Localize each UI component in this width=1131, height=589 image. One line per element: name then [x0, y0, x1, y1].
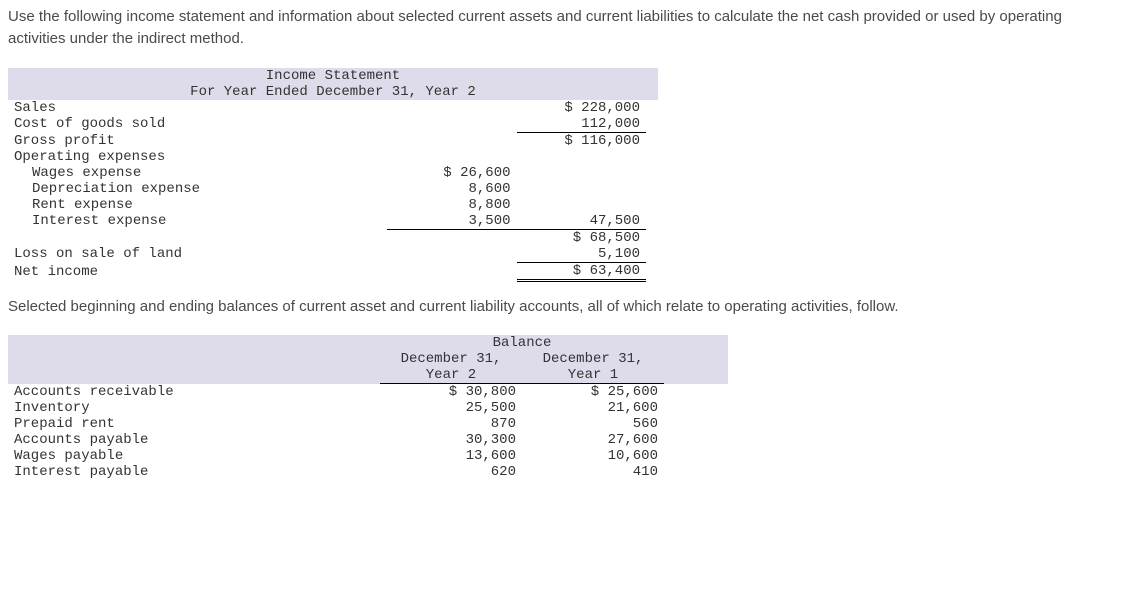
value-gross: $ 116,000: [517, 132, 647, 149]
row-inventory: Inventory 25,500 21,600: [8, 400, 728, 416]
instructions-para-1: Use the following income statement and i…: [8, 6, 1123, 50]
label-loss: Loss on sale of land: [8, 246, 387, 263]
row-prepaid-rent: Prepaid rent 870 560: [8, 416, 728, 432]
row-loss-on-sale: Loss on sale of land 5,100: [8, 246, 658, 263]
balances-col2a: December 31,: [522, 351, 664, 367]
instructions-para-2: Selected beginning and ending balances o…: [8, 296, 1123, 318]
income-statement-title-2: For Year Ended December 31, Year 2: [8, 84, 658, 100]
value-pr-y2: 870: [380, 416, 522, 432]
value-netinc: $ 63,400: [517, 262, 647, 280]
value-inv-y2: 25,500: [380, 400, 522, 416]
label-wages: Wages expense: [8, 165, 387, 181]
label-wp: Wages payable: [8, 448, 380, 464]
value-inv-y1: 21,600: [522, 400, 664, 416]
balances-col1b: Year 2: [380, 367, 522, 384]
row-net-income: Net income $ 63,400: [8, 262, 658, 280]
label-inv: Inventory: [8, 400, 380, 416]
row-opex-header: Operating expenses: [8, 149, 658, 165]
row-interest-expense: Interest expense 3,500 47,500: [8, 213, 658, 230]
label-pr: Prepaid rent: [8, 416, 380, 432]
balances-table: Balance December 31, December 31, Year 2…: [8, 335, 728, 480]
value-sales: $ 228,000: [517, 100, 647, 116]
label-gross: Gross profit: [8, 132, 387, 149]
income-statement-title-1: Income Statement: [8, 68, 658, 84]
value-int-sub: 3,500: [387, 213, 516, 230]
label-netinc: Net income: [8, 262, 387, 280]
value-ap-y1: 27,600: [522, 432, 664, 448]
row-gross-profit: Gross profit $ 116,000: [8, 132, 658, 149]
label-sales: Sales: [8, 100, 387, 116]
row-operating-income: $ 68,500: [8, 229, 658, 246]
value-wp-y1: 10,600: [522, 448, 664, 464]
value-rent: 8,800: [387, 197, 516, 213]
label-rent: Rent expense: [8, 197, 387, 213]
label-ip: Interest payable: [8, 464, 380, 480]
label-dep: Depreciation expense: [8, 181, 387, 197]
value-dep: 8,600: [387, 181, 516, 197]
label-int: Interest expense: [8, 213, 387, 230]
value-ip-y1: 410: [522, 464, 664, 480]
value-opinc: $ 68,500: [517, 229, 647, 246]
label-ar: Accounts receivable: [8, 384, 380, 401]
value-pr-y1: 560: [522, 416, 664, 432]
label-ap: Accounts payable: [8, 432, 380, 448]
value-cogs: 112,000: [517, 116, 647, 133]
row-accounts-receivable: Accounts receivable $ 30,800 $ 25,600: [8, 384, 728, 401]
value-loss: 5,100: [517, 246, 647, 263]
row-interest-payable: Interest payable 620 410: [8, 464, 728, 480]
value-wp-y2: 13,600: [380, 448, 522, 464]
row-depreciation: Depreciation expense 8,600: [8, 181, 658, 197]
label-opex: Operating expenses: [8, 149, 387, 165]
value-ar-y2: $ 30,800: [380, 384, 522, 401]
row-wages-payable: Wages payable 13,600 10,600: [8, 448, 728, 464]
label-cogs: Cost of goods sold: [8, 116, 387, 133]
value-wages: $ 26,600: [387, 165, 516, 181]
balances-header-balance: Balance: [380, 335, 664, 351]
balances-col1a: December 31,: [380, 351, 522, 367]
balances-col2b: Year 1: [522, 367, 664, 384]
value-ar-y1: $ 25,600: [522, 384, 664, 401]
value-ip-y2: 620: [380, 464, 522, 480]
row-wages: Wages expense $ 26,600: [8, 165, 658, 181]
row-cogs: Cost of goods sold 112,000: [8, 116, 658, 133]
value-ap-y2: 30,300: [380, 432, 522, 448]
income-statement-table: Income Statement For Year Ended December…: [8, 68, 658, 282]
row-accounts-payable: Accounts payable 30,300 27,600: [8, 432, 728, 448]
row-sales: Sales $ 228,000: [8, 100, 658, 116]
value-int-total: 47,500: [517, 213, 647, 230]
row-rent: Rent expense 8,800: [8, 197, 658, 213]
